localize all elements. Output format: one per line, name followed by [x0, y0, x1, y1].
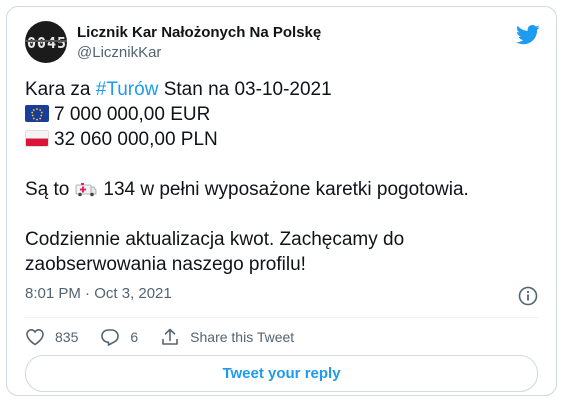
tweet-your-reply-button[interactable]: Tweet your reply — [25, 355, 538, 392]
like-count: 835 — [55, 329, 79, 345]
avatar-digit: 4 — [47, 34, 57, 52]
account-handle[interactable]: @LicznikKar — [77, 44, 161, 61]
avatar-divider — [25, 40, 67, 42]
tweet-line-4: Są to 134 w pełni wyposażone karetki pogo… — [25, 177, 469, 202]
ambulance-icon — [75, 183, 97, 197]
comment-icon — [101, 329, 120, 346]
tweet-line-5: Codziennie aktualizacja kwot. Zachęcamy … — [25, 229, 405, 250]
avatar-digit: 0 — [27, 34, 37, 52]
avatar[interactable]: 0 0 4 5 — [25, 21, 67, 63]
poland-flag-icon — [25, 130, 49, 147]
info-icon[interactable] — [518, 286, 538, 306]
tweet-line-6: zaobserwowania naszego profilu! — [25, 254, 306, 275]
tweet-card: 0 0 4 5 Licznik Kar Nałożonych Na Polskę… — [6, 6, 557, 396]
account-name[interactable]: Licznik Kar Nałożonych Na Polskę — [77, 24, 321, 41]
share-button[interactable]: Share this Tweet — [160, 327, 294, 347]
tweet-line-eur: 7 000 000,00 EUR — [25, 102, 469, 127]
heart-icon — [26, 328, 44, 346]
avatar-digit: 5 — [57, 34, 67, 52]
eu-flag-icon — [25, 105, 49, 122]
divider — [25, 317, 538, 318]
reply-count: 6 — [130, 329, 139, 345]
pln-amount: 32 060 000,00 PLN — [54, 129, 218, 150]
eur-amount: 7 000 000,00 EUR — [54, 104, 211, 125]
avatar-digit: 0 — [37, 34, 47, 52]
text-segment: 134 w pełni wyposażone karetki pogotowia… — [103, 179, 469, 200]
hashtag-link[interactable]: #Turów — [96, 79, 159, 100]
text-segment: Kara za — [25, 79, 96, 100]
tweet-body: Kara za #Turów Stan na 03-10-2021 7 000 … — [25, 77, 469, 277]
text-segment: Stan na 03-10-2021 — [158, 79, 332, 100]
tweet-line-pln: 32 060 000,00 PLN — [25, 127, 469, 152]
like-button[interactable]: 835 — [25, 327, 78, 347]
share-icon — [162, 328, 178, 345]
text-segment: Są to — [25, 179, 70, 200]
reply-action-button[interactable]: 6 — [100, 327, 138, 347]
tweet-timestamp[interactable]: 8:01 PM · Oct 3, 2021 — [25, 285, 172, 302]
tweet-actions: 835 6 Share this Tweet — [25, 325, 316, 349]
share-label: Share this Tweet — [190, 329, 295, 345]
tweet-line-1: Kara za #Turów Stan na 03-10-2021 — [25, 77, 469, 102]
twitter-bird-icon[interactable] — [516, 25, 540, 45]
